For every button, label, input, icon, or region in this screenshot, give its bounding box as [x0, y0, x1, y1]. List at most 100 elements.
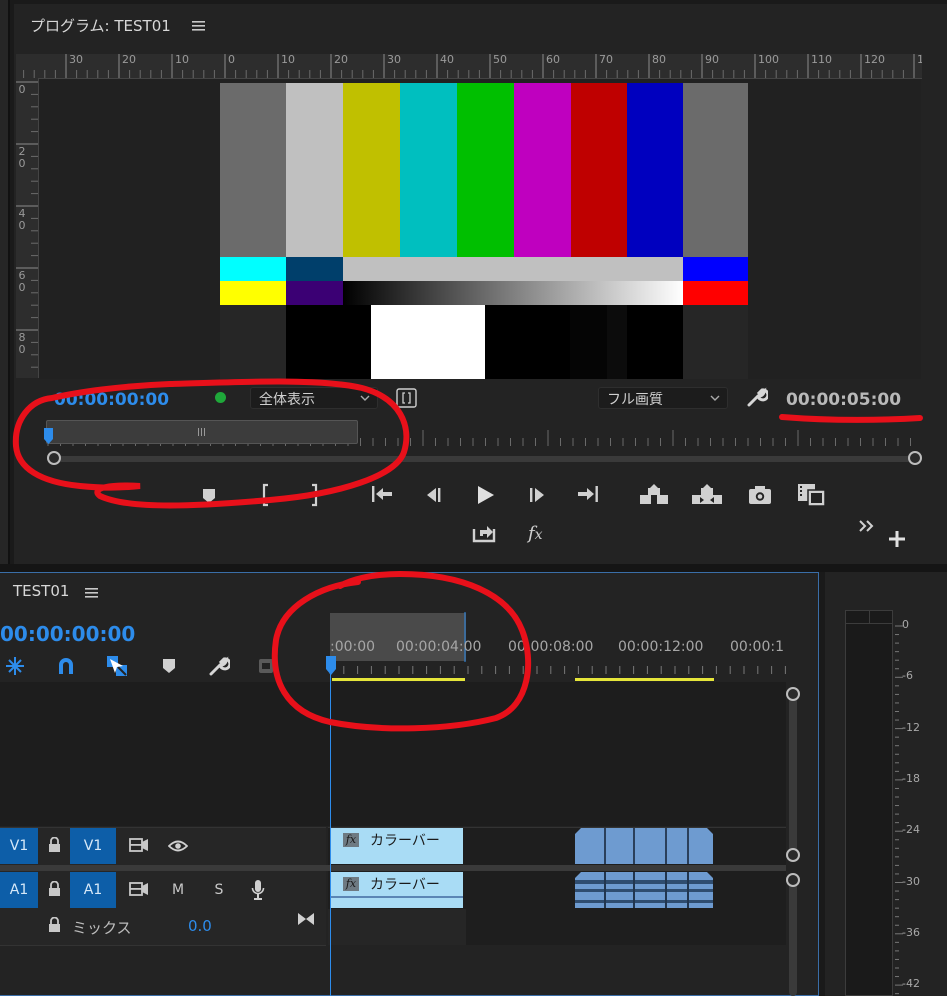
timeline-ruler-label: 00:00:12:00 — [618, 639, 704, 655]
timeline-ruler[interactable]: :00:00 00:00:04:00 00:00:08:00 00:00:12:00 0… — [328, 612, 786, 682]
fx-badge-icon: fx — [343, 833, 359, 847]
a1-solo-button[interactable]: S — [207, 872, 231, 908]
add-marker-icon[interactable] — [162, 658, 176, 674]
scroll-handle-bottom[interactable] — [785, 847, 801, 863]
ruler-label: 20 — [122, 54, 136, 66]
ruler-label: 50 — [493, 54, 507, 66]
ruler-label: 80 — [652, 54, 666, 66]
a1-microphone-icon[interactable] — [251, 879, 265, 901]
timeline-ruler-label: :00:00 — [330, 639, 376, 655]
scroll-handle-top[interactable] — [785, 686, 801, 702]
zoom-scroll-handle-right[interactable] — [907, 450, 923, 466]
zoom-scroll-handle-left[interactable] — [46, 450, 62, 466]
go-to-in-icon[interactable] — [370, 484, 394, 504]
video-tracks-scrollbar[interactable] — [789, 690, 797, 856]
v1-sync-lock-icon[interactable] — [129, 838, 149, 852]
more-chevrons-icon[interactable] — [858, 519, 876, 533]
linked-selection-icon[interactable] — [106, 655, 128, 677]
lift-icon[interactable] — [639, 484, 669, 506]
timeline-title[interactable]: TEST01 — [13, 582, 69, 600]
work-area-bar-1[interactable] — [332, 678, 465, 681]
v1-track-target[interactable]: V1 — [70, 828, 116, 864]
mix-pan-bowtie-icon[interactable] — [297, 912, 315, 926]
ruler-label: 20 — [18, 145, 26, 170]
extract-icon[interactable] — [691, 484, 723, 506]
zoom-level-select[interactable]: 全体表示 — [250, 387, 378, 409]
play-icon[interactable] — [476, 485, 496, 505]
video-clip-group-2[interactable] — [575, 828, 713, 864]
add-button-icon[interactable] — [888, 530, 906, 548]
wrench-settings-icon[interactable] — [746, 386, 768, 408]
ruler-label: 10 — [175, 54, 189, 66]
a1-track-target[interactable]: A1 — [70, 872, 116, 908]
export-frame-camera-icon[interactable] — [748, 485, 772, 505]
chevron-down-icon — [359, 392, 371, 404]
smpte-color-bars — [220, 83, 748, 379]
comparison-view-icon[interactable] — [797, 483, 827, 507]
ruler-label: 120 — [864, 54, 885, 66]
panel-menu-icon[interactable] — [192, 20, 205, 31]
a1-source-patch[interactable]: A1 — [0, 872, 38, 908]
ruler-label: 70 — [599, 54, 613, 66]
meter-scale-label: -24 — [902, 823, 920, 837]
v1-lock-icon[interactable] — [48, 837, 61, 853]
timeline-timecode[interactable]: 00:00:00:00 — [0, 622, 135, 646]
audio-tracks-scrollbar[interactable] — [789, 878, 797, 996]
mix-volume-value[interactable]: 0.0 — [188, 917, 212, 935]
snap-magnet-icon[interactable] — [56, 656, 76, 676]
a1-mute-button[interactable]: M — [166, 872, 190, 908]
go-to-out-icon[interactable] — [576, 484, 600, 504]
v1-eye-visibility-icon[interactable] — [168, 840, 188, 852]
mark-out-icon[interactable] — [308, 483, 320, 507]
program-monitor-title[interactable]: プログラム: TEST01 — [30, 15, 171, 36]
meter-scale-label: -30 — [902, 874, 920, 888]
zoom-level-value: 全体表示 — [259, 392, 315, 408]
add-marker-icon[interactable] — [202, 488, 216, 504]
ruler-label: 13 — [917, 54, 922, 66]
playback-quality-select[interactable]: フル画質 — [598, 387, 728, 409]
ruler-label: 100 — [758, 54, 779, 66]
audio-clip[interactable]: fx カラーバー — [330, 872, 463, 908]
monitor-zoom-scrollbar[interactable] — [50, 456, 920, 462]
meter-scale-label: -12 — [902, 720, 920, 734]
timeline-playhead-line[interactable] — [330, 674, 331, 996]
work-area-grip-icon[interactable] — [197, 428, 207, 436]
ruler-label: 20 — [334, 54, 348, 66]
timeline-playhead-icon[interactable] — [326, 656, 336, 676]
monitor-work-area-bar[interactable] — [46, 420, 358, 444]
ruler-label: 110 — [811, 54, 832, 66]
v1-source-patch[interactable]: V1 — [0, 828, 38, 864]
a1-lock-icon[interactable] — [48, 881, 61, 897]
timeline-settings-wrench-icon[interactable] — [208, 655, 230, 677]
step-back-icon[interactable] — [423, 486, 443, 504]
program-current-timecode[interactable]: 00:00:00:00 — [54, 390, 169, 410]
program-video-frame[interactable] — [39, 79, 921, 379]
audio-clip-group-2[interactable] — [575, 872, 713, 908]
ruler-label: 80 — [18, 331, 26, 356]
ruler-label: 0 — [228, 54, 235, 66]
left-edge-strip — [0, 0, 10, 565]
video-track-empty-area — [0, 682, 786, 826]
work-area-bar-2[interactable] — [575, 678, 714, 681]
step-forward-icon[interactable] — [528, 486, 548, 504]
video-clip[interactable]: fx カラーバー — [330, 828, 463, 864]
monitor-playhead-icon[interactable] — [44, 428, 53, 444]
audio-scroll-handle-top[interactable] — [785, 872, 801, 888]
horizontal-ruler: 302010010203040506070809010011012013 — [16, 54, 922, 79]
mark-in-icon[interactable] — [260, 483, 272, 507]
meter-scale-label: -6 — [902, 669, 913, 683]
meter-scale-label: -36 — [902, 925, 920, 939]
panel-gap — [0, 564, 947, 572]
captions-icon[interactable] — [258, 658, 274, 674]
fx-icon[interactable]: fx — [528, 523, 543, 544]
a1-sync-lock-icon[interactable] — [129, 882, 149, 896]
timeline-ruler-label: 00:00:08:00 — [508, 639, 594, 655]
export-frame-icon[interactable] — [472, 521, 498, 543]
ruler-label: 40 — [18, 207, 26, 232]
mix-lock-icon[interactable] — [48, 917, 61, 933]
insert-overwrite-sequence-icon[interactable] — [5, 656, 25, 676]
safe-margins-icon[interactable] — [396, 388, 417, 408]
panel-menu-icon[interactable] — [85, 587, 98, 598]
ruler-label: 60 — [18, 269, 26, 294]
mix-track-lane — [328, 909, 786, 945]
